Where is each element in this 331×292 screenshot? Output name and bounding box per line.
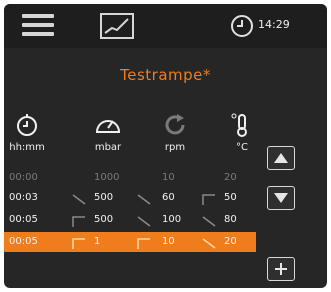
- time-cell: 00:05: [9, 236, 38, 247]
- column-header-time: hh:mm: [9, 142, 45, 153]
- ramp-down-icon: [202, 213, 216, 227]
- gauge-icon: [94, 112, 124, 138]
- program-title[interactable]: Testrampe*: [4, 66, 327, 84]
- ramp-down-icon: [137, 213, 151, 227]
- down-arrow-icon: [274, 193, 288, 203]
- time-cell: 00:05: [9, 214, 38, 225]
- time-cell: 00:00: [9, 172, 38, 183]
- speed-cell: 60: [162, 192, 175, 203]
- top-bar: 14:29: [4, 4, 327, 48]
- pressure-cell: 500: [94, 214, 114, 225]
- pressure-cell: 1: [94, 236, 101, 247]
- column-header-temperature: °C: [236, 142, 248, 153]
- temperature-cell: 80: [224, 214, 237, 225]
- app-screen: 14:29 Testrampe* hh:mm mbar rpm °C 00:00…: [4, 4, 327, 288]
- ramp-down-icon: [202, 235, 216, 249]
- time-cell: 00:03: [9, 192, 38, 203]
- ramp-step-up-icon: [202, 191, 216, 205]
- ramp-down-icon: [72, 191, 86, 205]
- column-header-pressure: mbar: [94, 142, 122, 153]
- ramp-down-icon: [137, 191, 151, 205]
- table-row[interactable]: 00:05 1 10 20: [4, 232, 256, 252]
- hamburger-menu-icon[interactable]: [22, 14, 54, 38]
- table-row[interactable]: 00:05 500 100 80: [4, 210, 256, 230]
- rotation-icon: [162, 112, 192, 138]
- pressure-cell: 500: [94, 192, 114, 203]
- plus-icon: [275, 263, 287, 275]
- temperature-cell: 50: [224, 192, 237, 203]
- ramp-step-up-icon: [72, 235, 86, 249]
- table-row[interactable]: 00:00 1000 10 20: [4, 168, 256, 188]
- thermometer-icon: [230, 112, 260, 138]
- speed-cell: 10: [162, 236, 175, 247]
- up-arrow-icon: [274, 153, 288, 163]
- pressure-cell: 1000: [94, 172, 120, 183]
- ramp-step-up-icon: [72, 213, 86, 227]
- column-header-speed: rpm: [164, 142, 186, 153]
- ramp-step-up-icon: [137, 235, 151, 249]
- speed-cell: 100: [162, 214, 182, 225]
- temperature-cell: 20: [224, 236, 237, 247]
- temperature-cell: 20: [224, 172, 237, 183]
- clock-icon[interactable]: [230, 14, 254, 38]
- clock-time: 14:29: [258, 18, 290, 31]
- chart-icon[interactable]: [100, 13, 134, 39]
- time-icon: [15, 112, 45, 138]
- scroll-up-button[interactable]: [267, 146, 295, 170]
- scroll-down-button[interactable]: [267, 186, 295, 210]
- add-row-button[interactable]: [267, 257, 295, 281]
- speed-cell: 10: [162, 172, 175, 183]
- table-row[interactable]: 00:03 500 60 50: [4, 188, 256, 208]
